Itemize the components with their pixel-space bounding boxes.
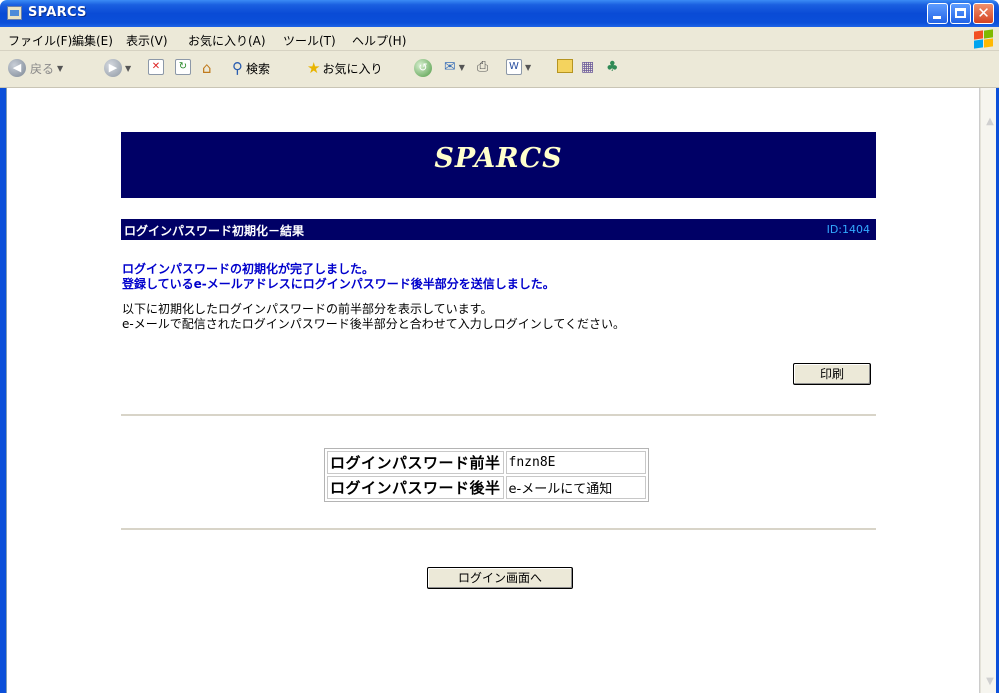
divider [121, 414, 876, 417]
go-to-login-button[interactable]: ログイン画面へ [427, 567, 573, 589]
minimize-button[interactable] [927, 3, 948, 24]
messenger-button[interactable]: ♣ [606, 59, 619, 75]
search-button[interactable]: ⚲ 検索 [232, 59, 270, 77]
search-icon: ⚲ [232, 59, 243, 77]
table-row: ログインパスワード前半 fnzn8E [327, 451, 646, 474]
section-header-bar: ログインパスワード初期化－結果 ID:1404 [121, 219, 876, 240]
browser-toolbar: ◀ 戻る ▼ ▶ ▼ ✕ ↻ ⌂ ⚲ 検索 ★ お気に入り ↺ ✉ ▼ ⎙ W … [0, 51, 999, 88]
result-message-line-1: ログインパスワードの初期化が完了しました。 [122, 262, 375, 276]
site-banner: SPARCS [121, 132, 876, 198]
window-title-bar[interactable]: SPARCS ✕ [0, 0, 999, 27]
instruction-text: 以下に初期化したログインパスワードの前半部分を表示しています。 e-メールで配信… [122, 302, 625, 332]
minimize-icon [933, 16, 941, 19]
menu-view[interactable]: 表示(V) [126, 32, 168, 49]
menu-help[interactable]: ヘルプ(H) [352, 32, 406, 49]
instruction-line-1: 以下に初期化したログインパスワードの前半部分を表示しています。 [122, 302, 493, 316]
discuss-button[interactable] [557, 59, 573, 73]
stop-icon: ✕ [148, 59, 164, 75]
mail-icon: ✉ [444, 59, 456, 75]
history-button[interactable]: ↺ [414, 59, 432, 77]
word-edit-icon: W [506, 59, 522, 75]
table-row: ログインパスワード後半 e-メールにて通知 [327, 476, 646, 499]
favorites-button[interactable]: ★ お気に入り [307, 59, 382, 77]
divider [121, 528, 876, 531]
back-button[interactable]: ◀ 戻る ▼ [8, 59, 63, 77]
result-message-line-2: 登録しているe-メールアドレスにログインパスワード後半部分を送信しました。 [122, 277, 555, 291]
menu-favorites[interactable]: お気に入り(A) [188, 32, 266, 49]
star-icon: ★ [307, 59, 321, 77]
print-button[interactable]: 印刷 [793, 363, 871, 385]
close-icon: ✕ [977, 4, 990, 22]
site-logo-text: SPARCS [434, 143, 563, 174]
research-button[interactable]: ▦ [581, 59, 594, 75]
page-title: ログインパスワード初期化－結果 [124, 224, 305, 238]
forward-button[interactable]: ▶ ▼ [104, 59, 131, 77]
window-title: SPARCS [28, 5, 87, 20]
screen-id: ID:1404 [826, 223, 870, 236]
chevron-down-icon: ▼ [525, 62, 532, 72]
menu-tools[interactable]: ツール(T) [283, 32, 336, 49]
password-second-half-value: e-メールにて通知 [505, 476, 646, 499]
back-label: 戻る [30, 61, 55, 76]
history-icon: ↺ [414, 59, 432, 77]
result-message: ログインパスワードの初期化が完了しました。 登録しているe-メールアドレスにログ… [122, 262, 555, 292]
stop-button[interactable]: ✕ [148, 59, 164, 75]
favorites-label: お気に入り [322, 61, 383, 76]
ie-page-icon [7, 6, 22, 20]
chevron-down-icon: ▼ [125, 63, 132, 73]
refresh-icon: ↻ [175, 59, 191, 75]
menu-bar: ファイル(F) 編集(E) 表示(V) お気に入り(A) ツール(T) ヘルプ(… [0, 27, 999, 51]
forward-arrow-icon: ▶ [104, 59, 122, 77]
note-icon [557, 59, 573, 73]
mail-button[interactable]: ✉ ▼ [444, 59, 465, 75]
scroll-down-icon[interactable]: ▼ [984, 676, 996, 687]
chevron-down-icon: ▼ [458, 62, 465, 72]
home-icon: ⌂ [202, 59, 212, 77]
research-icon: ▦ [581, 59, 595, 75]
scroll-up-icon[interactable]: ▲ [984, 116, 996, 127]
password-first-half-label: ログインパスワード前半 [327, 451, 504, 474]
edit-button[interactable]: W ▼ [506, 59, 531, 75]
home-button[interactable]: ⌂ [202, 59, 212, 77]
password-second-half-label: ログインパスワード後半 [327, 476, 504, 499]
password-table: ログインパスワード前半 fnzn8E ログインパスワード後半 e-メールにて通知 [324, 448, 649, 502]
chevron-down-icon: ▼ [57, 63, 64, 73]
refresh-button[interactable]: ↻ [175, 59, 191, 75]
maximize-button[interactable] [950, 3, 971, 24]
menu-file[interactable]: ファイル(F) [8, 32, 72, 49]
back-arrow-icon: ◀ [8, 59, 26, 77]
print-toolbar-button[interactable]: ⎙ [477, 59, 488, 75]
menu-edit[interactable]: 編集(E) [72, 32, 113, 49]
instruction-line-2: e-メールで配信されたログインパスワード後半部分と合わせて入力しログインしてくだ… [122, 317, 625, 331]
password-first-half-value: fnzn8E [505, 451, 646, 474]
windows-logo-icon [972, 28, 994, 49]
search-label: 検索 [246, 61, 271, 76]
printer-icon: ⎙ [477, 59, 489, 75]
messenger-icon: ♣ [606, 59, 619, 75]
maximize-icon [955, 8, 966, 18]
close-button[interactable]: ✕ [973, 3, 994, 24]
